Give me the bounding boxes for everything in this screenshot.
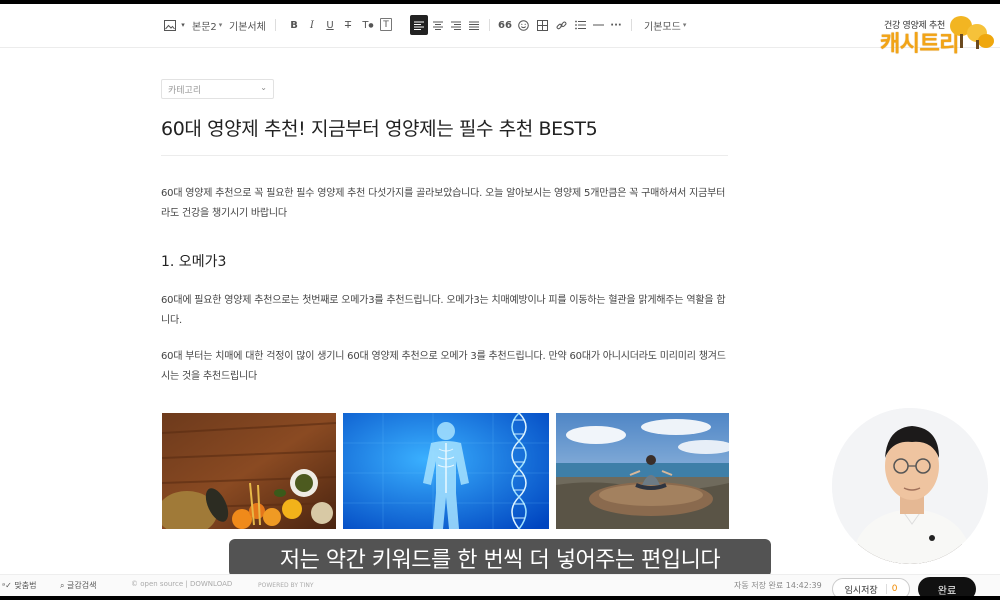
food-image[interactable]: [162, 413, 336, 529]
align-left-button[interactable]: [410, 15, 428, 35]
strikethrough-button[interactable]: T: [342, 17, 354, 33]
paragraph-style-select[interactable]: 본문2 ▾: [192, 17, 222, 33]
chevron-down-icon: ⌄: [260, 83, 267, 92]
autosave-status: 자동 저장 완료 14:42:39: [734, 581, 822, 590]
horizontal-line-icon[interactable]: [591, 17, 605, 33]
copyright-icon: ©: [131, 580, 141, 588]
divider: [489, 19, 490, 31]
body-paragraph-2[interactable]: 60대 부터는 치매에 대한 걱정이 많이 생기니 60대 영양제 추천으로 오…: [161, 347, 731, 387]
align-right-button[interactable]: [450, 17, 462, 33]
spellcheck-button[interactable]: ᵃ✓ 맞춤법: [2, 580, 36, 591]
category-select[interactable]: 카테고리 ⌄: [161, 79, 274, 99]
intro-paragraph[interactable]: 60대 영양제 추천으로 꼭 필요한 필수 영양제 추천 다섯가지를 골라보았습…: [161, 184, 731, 224]
font-family-label: 기본서체: [229, 21, 266, 33]
category-label: 카테고리: [168, 86, 202, 96]
link-icon[interactable]: [554, 17, 568, 33]
underline-button[interactable]: U: [324, 17, 336, 33]
powered-by-label: POWERED BY TINY: [258, 582, 314, 589]
anatomy-image[interactable]: [343, 413, 549, 529]
search-icon: ⌕: [60, 581, 68, 590]
post-title[interactable]: 60대 영양제 추천! 지금부터 영양제는 필수 추천 BEST5: [161, 114, 598, 141]
temp-save-label: 임시저장: [844, 585, 878, 596]
title-divider: [161, 155, 728, 156]
temp-save-button[interactable]: 임시저장 0: [832, 578, 910, 596]
video-caption: 저는 약간 키워드를 한 번씩 더 넣어주는 편입니다: [229, 539, 771, 577]
table-icon[interactable]: [535, 17, 549, 33]
section-heading[interactable]: 1. 오메가3: [161, 251, 226, 271]
meditation-image[interactable]: [556, 413, 729, 529]
paragraph-style-label: 본문2: [192, 21, 217, 33]
bold-button[interactable]: B: [288, 17, 300, 33]
quote-icon[interactable]: 66: [498, 17, 512, 33]
divider: [275, 19, 276, 31]
emoji-icon[interactable]: [516, 17, 530, 33]
align-justify-button[interactable]: [468, 17, 480, 33]
open-source-link[interactable]: © open source | DOWNLOAD: [131, 580, 232, 588]
more-icon[interactable]: ···: [609, 17, 623, 33]
align-center-button[interactable]: [432, 17, 444, 33]
editor-mode-label: 기본모드: [644, 21, 681, 33]
editor-toolbar: ▾ 본문2 ▾ 기본서체 B I U T T ● T 66 ··· 기본모드 ▾…: [0, 4, 1000, 57]
text-color-button[interactable]: T ●: [361, 17, 375, 33]
spellcheck-icon: ᵃ✓: [2, 581, 15, 590]
italic-button[interactable]: I: [306, 17, 318, 33]
editor-mode-select[interactable]: 기본모드 ▾: [644, 17, 686, 33]
logo-title: 캐시트리: [880, 32, 959, 57]
font-family-select[interactable]: 기본서체: [229, 17, 266, 33]
text-background-button[interactable]: T: [380, 18, 392, 31]
image-icon[interactable]: [163, 17, 177, 33]
temp-save-count: 0: [885, 584, 897, 594]
divider: [631, 19, 632, 31]
publish-button[interactable]: 완료: [918, 577, 976, 596]
editor-window: ▾ 본문2 ▾ 기본서체 B I U T T ● T 66 ··· 기본모드 ▾…: [0, 4, 1000, 596]
material-search-button[interactable]: ⌕ 글감검색: [60, 580, 96, 591]
webcam-overlay: [830, 406, 990, 566]
chevron-down-icon[interactable]: ▾: [180, 17, 186, 33]
body-paragraph-1[interactable]: 60대에 필요한 영양제 추천으로는 첫번째로 오메가3를 추천드립니다. 오메…: [161, 291, 731, 331]
list-icon[interactable]: [573, 17, 587, 33]
